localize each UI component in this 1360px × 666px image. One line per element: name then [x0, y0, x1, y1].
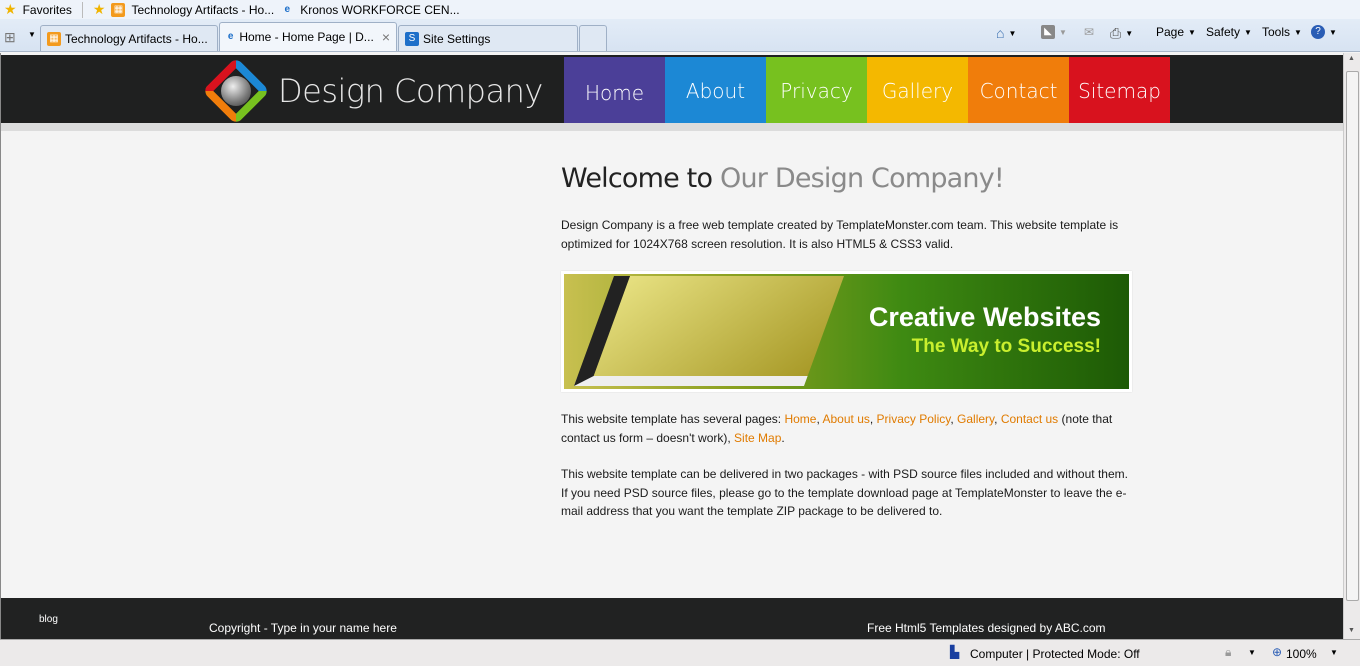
book-illustration — [573, 276, 845, 386]
main-content: Welcome to Our Design Company! Design Co… — [561, 163, 1132, 521]
rss-icon: ◣ — [1041, 25, 1055, 39]
zone-text: Computer | Protected Mode: Off — [970, 647, 1140, 661]
ie-icon: e — [227, 31, 234, 42]
banner-title: Creative Websites — [868, 302, 1101, 332]
logo-text: Design Company — [278, 72, 543, 110]
favorites-star-icon: ★ — [4, 1, 17, 17]
mail-button[interactable]: ✉ — [1084, 25, 1094, 39]
quick-tabs-icon[interactable]: ⊞ — [4, 29, 16, 46]
tab-site-settings[interactable]: S Site Settings — [398, 25, 578, 51]
tab-home-page[interactable]: e Home - Home Page | D... × — [219, 22, 397, 51]
site-icon: ▦ — [47, 31, 61, 46]
fav-link-technology[interactable]: Technology Artifacts - Ho... — [131, 3, 274, 17]
print-button[interactable]: ⎙ ▼ — [1110, 25, 1133, 42]
print-icon: ⎙ — [1110, 25, 1122, 41]
favorites-bar: ★ Favorites ★ ▦ Technology Artifacts - H… — [0, 0, 1360, 19]
packages-text: This website template can be delivered i… — [561, 467, 1128, 518]
zoom-level[interactable]: 100% — [1286, 647, 1317, 661]
tab-label: Technology Artifacts - Ho... — [65, 31, 208, 46]
banner-image: Creative Websites The Way to Success! — [561, 271, 1132, 392]
feeds-button[interactable]: ◣ ▼ — [1041, 25, 1067, 39]
tab-list-dropdown[interactable]: ▼ — [28, 30, 36, 39]
tab-row: ⊞ ▼ ▦ Technology Artifacts - Ho... e Hom… — [0, 19, 1360, 52]
link-sitemap[interactable]: Site Map — [734, 431, 781, 445]
site-footer: blog Copyright - Type in your name here … — [1, 598, 1343, 639]
copyright-text: Copyright - Type in your name here — [209, 621, 397, 635]
tab-label: Home - Home Page | D... — [239, 30, 374, 44]
tools-menu[interactable]: Tools ▼ — [1262, 25, 1302, 39]
scroll-down-icon[interactable]: ▼ — [1348, 627, 1355, 634]
tab-technology-artifacts[interactable]: ▦ Technology Artifacts - Ho... — [40, 25, 218, 51]
help-icon: ? — [1311, 25, 1325, 39]
page-label: Page — [1156, 25, 1185, 39]
ie-icon: e — [284, 3, 290, 15]
link-privacy[interactable]: Privacy Policy — [877, 412, 951, 426]
safety-label: Safety — [1206, 25, 1241, 39]
site-logo[interactable]: Design Company — [202, 57, 543, 125]
header-divider — [1, 123, 1343, 131]
favorites-button[interactable]: Favorites — [23, 3, 72, 17]
add-favorite-icon[interactable]: ★ — [93, 1, 106, 18]
web-page: Design Company Home About Privacy Galler… — [0, 53, 1343, 639]
vertical-scrollbar[interactable]: ▲ ▼ — [1343, 53, 1360, 639]
chevron-down-icon: ▼ — [1244, 27, 1252, 37]
computer-icon: ▙ — [950, 645, 960, 659]
security-icon[interactable]: 🔒︎ — [1225, 645, 1231, 660]
nav-sitemap[interactable]: Sitemap — [1069, 57, 1170, 125]
intro-text: Design Company is a free web template cr… — [561, 218, 1119, 251]
home-icon: ⌂ — [996, 25, 1005, 41]
site-header: Design Company Home About Privacy Galler… — [1, 55, 1343, 129]
nav-gallery[interactable]: Gallery — [867, 57, 968, 125]
sharepoint-icon: S — [405, 31, 419, 46]
chevron-down-icon: ▼ — [1294, 27, 1302, 37]
help-menu[interactable]: ? ▼ — [1311, 25, 1337, 39]
home-button[interactable]: ⌂ ▼ — [996, 25, 1016, 41]
nav-contact[interactable]: Contact — [968, 57, 1069, 125]
status-bar: ▙ Computer | Protected Mode: Off 🔒︎ ▼ ⊕ … — [0, 639, 1360, 666]
fav-link-kronos[interactable]: Kronos WORKFORCE CEN... — [300, 3, 459, 17]
page-title: Welcome to Our Design Company! — [561, 163, 1131, 194]
scroll-up-icon[interactable]: ▲ — [1348, 55, 1355, 62]
safety-menu[interactable]: Safety ▼ — [1206, 25, 1252, 39]
tab-label: Site Settings — [423, 31, 491, 46]
new-tab-button[interactable] — [579, 25, 607, 51]
blog-link[interactable]: blog — [39, 614, 58, 625]
mail-icon: ✉ — [1084, 25, 1095, 39]
close-tab-icon[interactable]: × — [382, 29, 390, 45]
divider — [81, 1, 83, 18]
tools-label: Tools — [1262, 25, 1291, 39]
main-nav: Home About Privacy Gallery Contact Sitem… — [564, 57, 1170, 129]
title-dark: Welcome to — [561, 163, 713, 194]
scroll-thumb[interactable] — [1346, 71, 1359, 601]
chevron-down-icon: ▼ — [1188, 27, 1196, 37]
credit-text: Free Html5 Templates designed by ABC.com — [867, 621, 1106, 635]
banner-subtitle: The Way to Success! — [911, 336, 1101, 357]
link-gallery[interactable]: Gallery — [957, 412, 994, 426]
title-light: Our Design Company! — [720, 163, 1005, 194]
zoom-icon: ⊕ — [1272, 645, 1283, 659]
page-menu[interactable]: Page ▼ — [1156, 25, 1196, 39]
link-home[interactable]: Home — [784, 412, 816, 426]
logo-icon — [202, 57, 270, 125]
nav-privacy[interactable]: Privacy — [766, 57, 867, 125]
nav-home[interactable]: Home — [564, 57, 665, 129]
link-about[interactable]: About us — [823, 412, 870, 426]
nav-about[interactable]: About — [665, 57, 766, 125]
pages-paragraph: This website template has several pages:… — [561, 412, 1113, 445]
site-icon: ▦ — [111, 2, 126, 17]
pages-text: This website template has several pages: — [561, 412, 782, 426]
link-contact[interactable]: Contact us — [1001, 412, 1058, 426]
zoom-dropdown[interactable]: ▼ — [1330, 648, 1338, 657]
chevron-down-icon[interactable]: ▼ — [1248, 648, 1256, 657]
